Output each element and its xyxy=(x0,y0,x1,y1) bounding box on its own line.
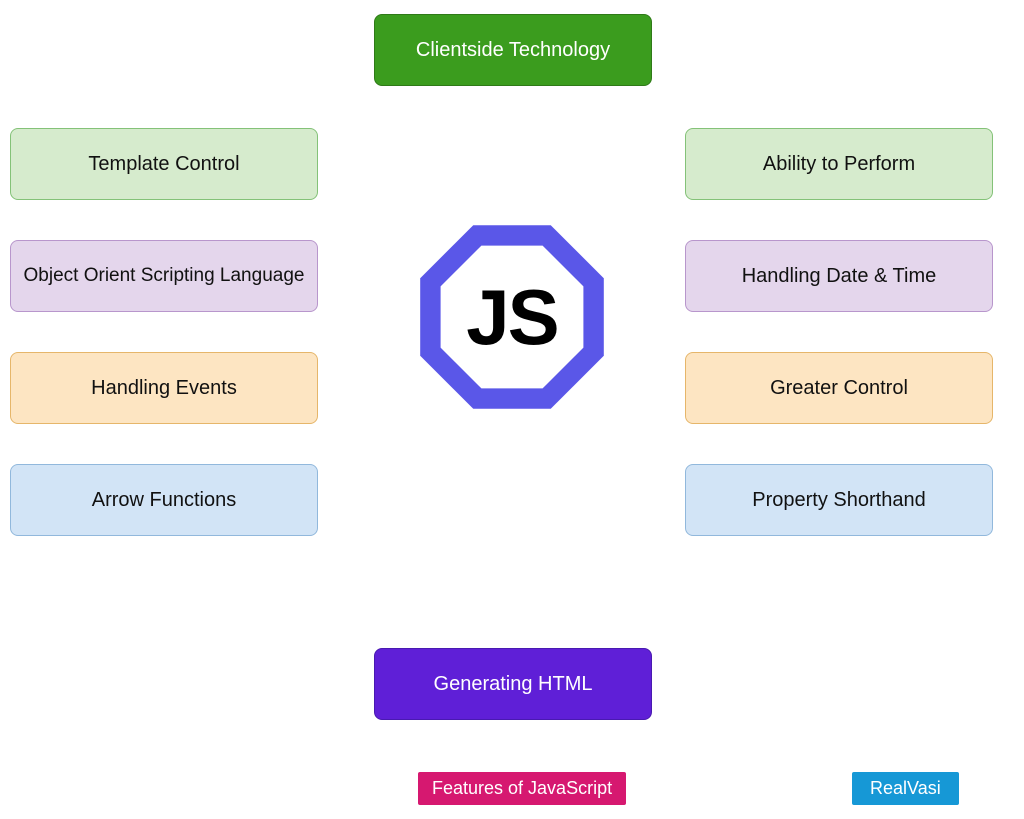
handling-date-time-box: Handling Date & Time xyxy=(685,240,993,312)
clientside-technology-box: Clientside Technology xyxy=(374,14,652,86)
features-of-javascript-badge: Features of JavaScript xyxy=(418,772,626,805)
greater-control-label: Greater Control xyxy=(770,377,908,400)
property-shorthand-label: Property Shorthand xyxy=(752,489,925,512)
handling-date-time-label: Handling Date & Time xyxy=(742,265,937,288)
js-logo: JS xyxy=(410,215,614,419)
property-shorthand-box: Property Shorthand xyxy=(685,464,993,536)
greater-control-box: Greater Control xyxy=(685,352,993,424)
realvasi-label: RealVasi xyxy=(870,778,941,798)
template-control-label: Template Control xyxy=(88,153,239,176)
generating-html-box: Generating HTML xyxy=(374,648,652,720)
handling-events-box: Handling Events xyxy=(10,352,318,424)
handling-events-label: Handling Events xyxy=(91,377,237,400)
object-orient-scripting-label: Object Orient Scripting Language xyxy=(24,265,305,287)
js-logo-text: JS xyxy=(466,272,557,363)
template-control-box: Template Control xyxy=(10,128,318,200)
object-orient-scripting-box: Object Orient Scripting Language xyxy=(10,240,318,312)
generating-html-label: Generating HTML xyxy=(434,673,593,696)
ability-to-perform-label: Ability to Perform xyxy=(763,153,915,176)
ability-to-perform-box: Ability to Perform xyxy=(685,128,993,200)
realvasi-badge: RealVasi xyxy=(852,772,959,805)
arrow-functions-label: Arrow Functions xyxy=(92,489,237,512)
arrow-functions-box: Arrow Functions xyxy=(10,464,318,536)
features-of-javascript-label: Features of JavaScript xyxy=(432,778,612,798)
clientside-technology-label: Clientside Technology xyxy=(416,39,610,62)
